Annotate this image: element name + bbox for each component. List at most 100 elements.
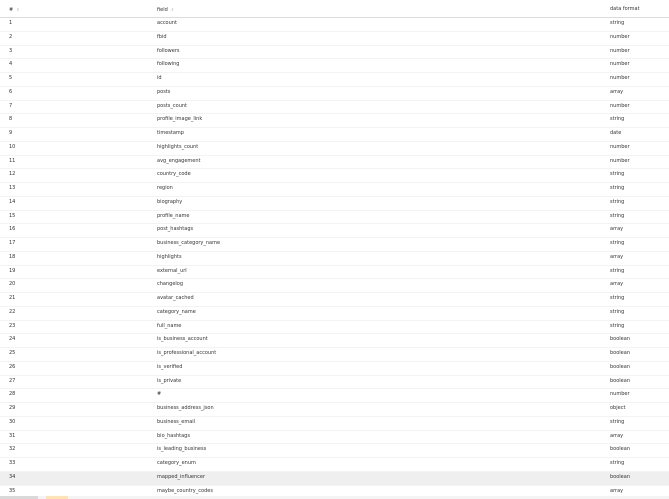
row-field-cell: highlights_count	[157, 143, 199, 150]
row-index-cell: 15	[9, 212, 16, 219]
table-row[interactable]: 11 avg_engagement number	[0, 156, 669, 170]
table-row[interactable]: 18 highlights array	[0, 252, 669, 266]
row-index-cell: 4	[9, 61, 13, 68]
row-field-cell: following	[157, 61, 180, 68]
row-data-format-cell: string	[610, 240, 625, 246]
row-data-format-cell: array	[610, 281, 624, 288]
row-index-cell: 22	[9, 308, 16, 315]
table-row[interactable]: 23 full_name string	[0, 321, 669, 335]
row-data-format-cell: array	[610, 253, 624, 260]
table-row[interactable]: 8 profile_image_link string	[0, 114, 669, 128]
row-data-format-cell: number	[610, 157, 630, 164]
table-row[interactable]: 19 external_url string	[0, 266, 669, 280]
table-row[interactable]: 3 followers number	[0, 46, 669, 60]
row-index-cell: 24	[9, 336, 16, 343]
table-row[interactable]: 9 timestamp date	[0, 128, 669, 142]
row-field-cell: profile_name	[157, 212, 190, 219]
row-index-cell: 6	[9, 88, 13, 95]
row-field-cell: category_name	[157, 308, 196, 315]
table-row[interactable]: 30 business_email string	[0, 417, 669, 431]
row-field-cell: mapped_influencer	[157, 473, 206, 480]
row-data-format-cell: date	[610, 130, 622, 136]
row-data-format-cell: string	[610, 171, 625, 178]
sort-arrows-icon[interactable]: ⇕	[171, 0, 174, 19]
row-data-format-cell: string	[610, 308, 625, 315]
row-field-cell: business_email	[157, 418, 196, 425]
table-row[interactable]: 10 highlights_count number	[0, 142, 669, 156]
row-field-cell: profile_image_link	[157, 116, 203, 123]
row-index-cell: 5	[9, 75, 13, 81]
table-row[interactable]: 31 bio_hashtags array	[0, 431, 669, 445]
table-row[interactable]: 2 fbid number	[0, 32, 669, 46]
row-data-format-cell: boolean	[610, 363, 630, 370]
row-index-cell: 7	[9, 102, 13, 109]
row-field-cell: changelog	[157, 281, 184, 288]
row-data-format-cell: number	[610, 47, 630, 54]
row-index-cell: 31	[9, 432, 16, 439]
row-data-format-cell: array	[610, 88, 624, 95]
row-data-format-cell: array	[610, 226, 624, 233]
table-row[interactable]: 14 biography string	[0, 197, 669, 211]
row-index-cell: 34	[9, 473, 16, 480]
row-field-cell: id	[157, 75, 162, 81]
row-data-format-cell: number	[610, 75, 630, 81]
table-row[interactable]: 33 category_enum string	[0, 458, 669, 472]
row-index-cell: 14	[9, 198, 16, 205]
table-row[interactable]: 25 is_professional_account boolean	[0, 348, 669, 362]
row-field-cell: business_category_name	[157, 240, 221, 246]
table-row[interactable]: 26 is_verified boolean	[0, 362, 669, 376]
table-row[interactable]: 16 post_hashtags array	[0, 224, 669, 238]
row-index-cell: 16	[9, 226, 16, 233]
row-index-cell: 28	[9, 391, 16, 398]
row-data-format-cell: string	[610, 116, 625, 123]
table-row[interactable]: 27 is_private boolean	[0, 376, 669, 390]
table-row[interactable]: 24 is_business_account boolean	[0, 334, 669, 348]
column-header-data-format-label: data format	[610, 6, 640, 12]
row-index-cell: 25	[9, 350, 16, 356]
table-row[interactable]: 21 avatar_cached string	[0, 293, 669, 307]
row-index-cell: 10	[9, 143, 16, 150]
row-data-format-cell: boolean	[610, 377, 630, 384]
row-field-cell: full_name	[157, 322, 182, 329]
column-header-field[interactable]: field ⇕	[157, 0, 597, 18]
table-row[interactable]: 1 account string	[0, 18, 669, 32]
table-row[interactable]: 12 country_code string	[0, 169, 669, 183]
table-row[interactable]: 20 changelog array	[0, 279, 669, 293]
row-field-cell: is_business_account	[157, 336, 208, 343]
table-row[interactable]: 13 region string	[0, 183, 669, 197]
row-data-format-cell: number	[610, 391, 630, 398]
column-header-data-format[interactable]: data format	[610, 0, 666, 18]
row-field-cell: business_address_json	[157, 405, 214, 411]
table-row[interactable]: 6 posts array	[0, 87, 669, 101]
row-data-format-cell: string	[610, 20, 625, 26]
table-row[interactable]: 5 id number	[0, 73, 669, 87]
row-data-format-cell: number	[610, 143, 630, 150]
row-index-cell: 30	[9, 418, 16, 425]
column-header-index[interactable]: # ⇕	[9, 0, 149, 18]
row-data-format-cell: number	[610, 102, 630, 109]
table-row[interactable]: 7 posts_count number	[0, 101, 669, 115]
row-field-cell: fbid	[157, 33, 167, 40]
row-index-cell: 32	[9, 446, 16, 453]
row-index-cell: 33	[9, 460, 16, 466]
table-row[interactable]: 32 is_leading_business boolean	[0, 444, 669, 458]
row-field-cell: region	[157, 185, 173, 191]
row-field-cell: posts	[157, 88, 171, 95]
table-row[interactable]: 22 category_name string	[0, 307, 669, 321]
row-data-format-cell: boolean	[610, 336, 630, 343]
table-row[interactable]: 28 # number	[0, 389, 669, 403]
table-row[interactable]: 17 business_category_name string	[0, 238, 669, 252]
table-row[interactable]: 34 mapped_influencer boolean	[0, 471, 669, 486]
row-data-format-cell: string	[610, 198, 625, 205]
row-index-cell: 18	[9, 253, 16, 260]
table-row[interactable]: 4 following number	[0, 59, 669, 73]
row-field-cell: is_verified	[157, 363, 183, 370]
sort-arrows-icon[interactable]: ⇕	[16, 0, 19, 19]
row-data-format-cell: number	[610, 33, 630, 40]
row-data-format-cell: boolean	[610, 473, 630, 480]
table-row[interactable]: 15 profile_name string	[0, 211, 669, 225]
table-header: # ⇕ field ⇕ data format	[0, 0, 669, 18]
row-field-cell: avg_engagement	[157, 157, 201, 164]
row-data-format-cell: boolean	[610, 350, 630, 356]
table-row[interactable]: 29 business_address_json object	[0, 403, 669, 417]
